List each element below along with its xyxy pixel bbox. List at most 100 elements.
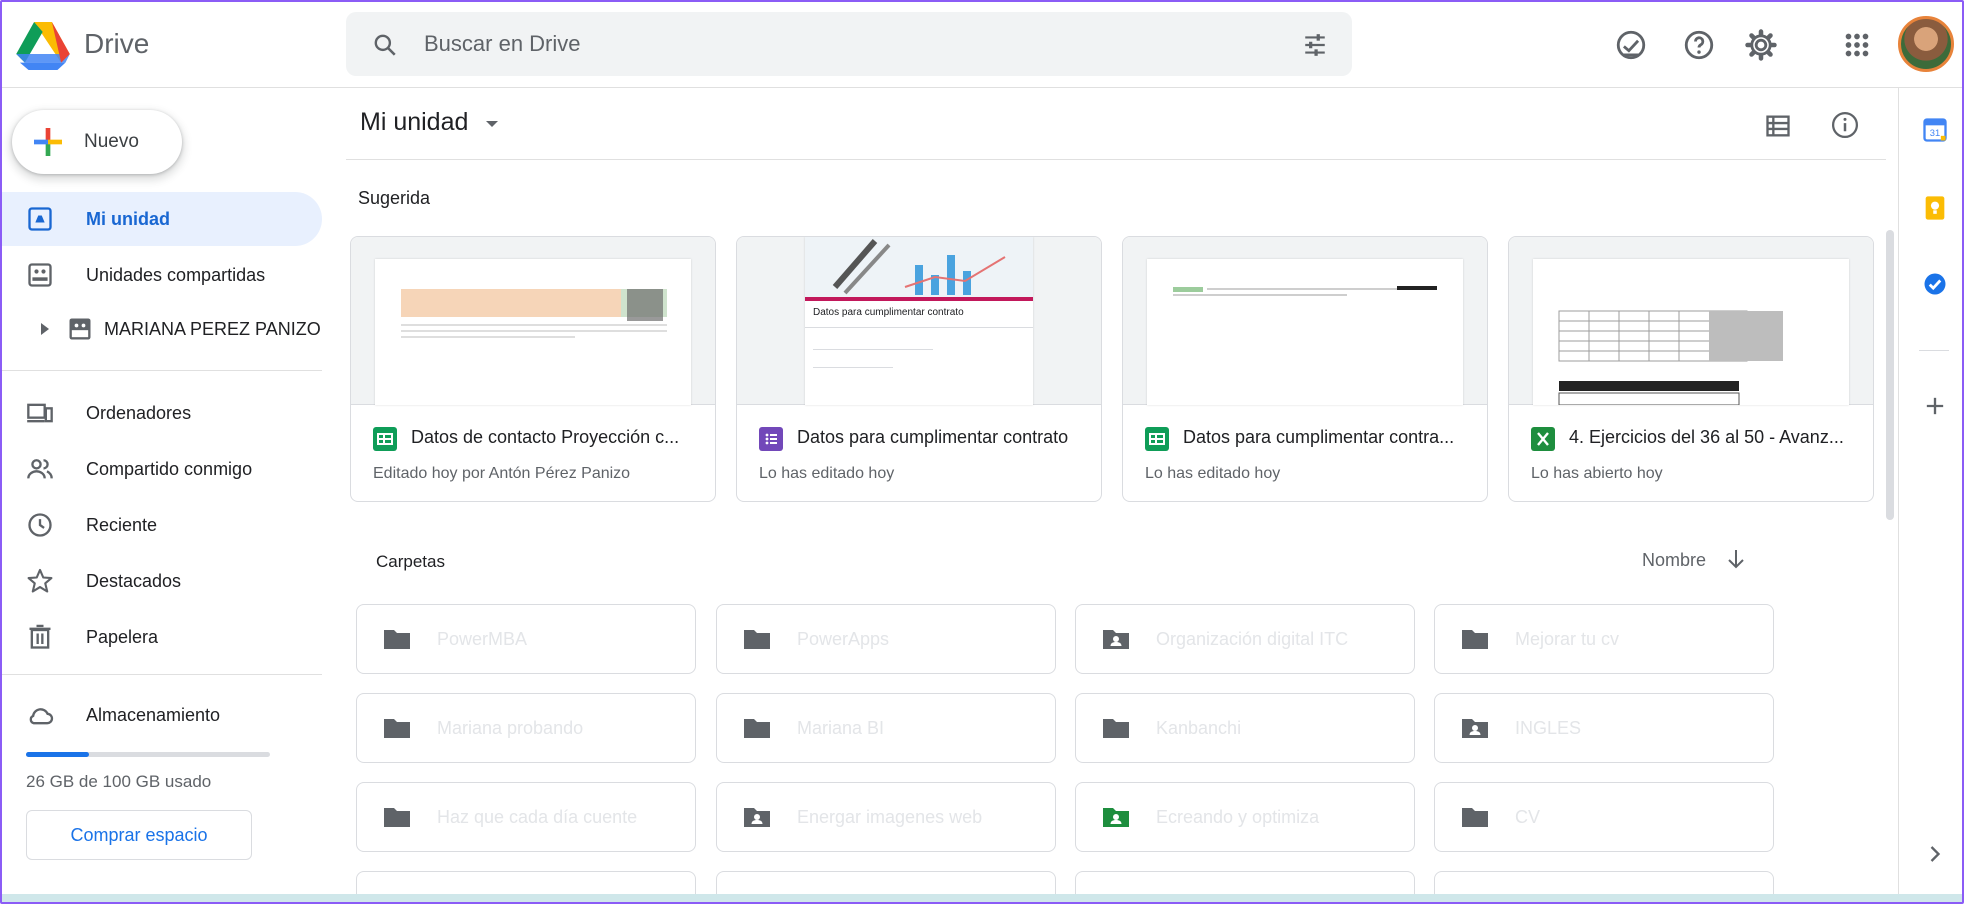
- folder-icon: [1462, 630, 1488, 649]
- help-icon[interactable]: [1682, 28, 1716, 62]
- folder-name: Mejorar tu cv: [1515, 629, 1620, 649]
- expand-arrow-icon[interactable]: [40, 323, 50, 335]
- suggested-file-card[interactable]: Datos para cumplimentar contrato Datos p…: [736, 236, 1102, 502]
- keep-icon[interactable]: [1921, 194, 1949, 222]
- sidebar-item-label: Almacenamiento: [86, 705, 221, 725]
- sidebar-item-shared-with-me[interactable]: Compartido conmigo: [2, 442, 322, 496]
- folder-name: Organización digital ITC: [1156, 629, 1349, 649]
- folder-item[interactable]: Ecreando y optimiza: [1075, 782, 1415, 852]
- suggested-file-card[interactable]: Datos para cumplimentar contra... Lo has…: [1122, 236, 1488, 502]
- app-title[interactable]: Drive: [84, 28, 149, 60]
- shared-with-me-icon: [27, 459, 53, 479]
- sidebar-divider: [2, 674, 322, 675]
- info-icon[interactable]: [1830, 110, 1860, 140]
- offline-status-icon[interactable]: [1614, 28, 1648, 62]
- sidebar-item-shared-drive-mariana[interactable]: MARIANA PEREZ PANIZO: [2, 302, 322, 356]
- folder-item[interactable]: Mariana BI: [716, 693, 1056, 763]
- page-title[interactable]: Mi unidad: [360, 108, 468, 137]
- list-view-icon[interactable]: [1764, 112, 1792, 140]
- folder-icon: [744, 719, 770, 738]
- folder-item[interactable]: Mariana probando: [356, 693, 696, 763]
- shared-folder-icon: [1103, 630, 1129, 649]
- sidebar-item-trash[interactable]: Papelera: [2, 610, 322, 664]
- scrollbar[interactable]: [1884, 160, 1896, 902]
- suggested-file-card[interactable]: 4. Ejercicios del 36 al 50 - Avanz... Lo…: [1508, 236, 1874, 502]
- shared-drives-icon: [28, 263, 52, 287]
- shared-drive-icon: [69, 318, 91, 340]
- search-box[interactable]: [346, 12, 1352, 76]
- shared-folder-icon: [1103, 808, 1129, 827]
- folder-item[interactable]: Mejorar tu cv: [1434, 604, 1774, 674]
- main-content: Mi unidad Sugerida Datos de contacto Pro…: [346, 88, 1896, 902]
- account-avatar[interactable]: [1898, 16, 1954, 72]
- search-input[interactable]: [424, 26, 1244, 62]
- folder-item[interactable]: CV: [1434, 782, 1774, 852]
- file-thumbnail: [1123, 237, 1487, 405]
- file-activity: Lo has editado hoy: [1145, 465, 1281, 482]
- folder-name: PowerMBA: [437, 629, 528, 649]
- folder-item[interactable]: PowerApps: [716, 604, 1056, 674]
- folder-icon: [384, 630, 410, 649]
- form-title: Datos para cumplimentar contrato: [813, 307, 964, 318]
- folder-item[interactable]: Organización digital ITC: [1075, 604, 1415, 674]
- folders-section-label: Carpetas: [376, 552, 445, 571]
- folder-icon: [384, 808, 410, 827]
- file-thumbnail: Datos para cumplimentar contrato: [737, 237, 1101, 405]
- scrollbar-thumb[interactable]: [1886, 230, 1894, 520]
- sheets-file-icon: [373, 427, 397, 451]
- folder-item[interactable]: Energar imagenes web: [716, 782, 1056, 852]
- folder-name: CV: [1515, 807, 1541, 827]
- folder-item[interactable]: PowerMBA: [356, 604, 696, 674]
- sidebar-item-computers[interactable]: Ordenadores: [2, 386, 322, 440]
- folder-name: Haz que cada día cuente: [437, 807, 638, 827]
- sheets-file-icon: [1145, 427, 1169, 451]
- file-thumbnail: [1509, 237, 1873, 406]
- computers-icon: [27, 403, 53, 423]
- suggested-file-card[interactable]: Datos de contacto Proyección c... Editad…: [350, 236, 716, 502]
- forms-file-icon: [759, 427, 783, 451]
- folder-item[interactable]: INGLES: [1434, 693, 1774, 763]
- spreadsheet-preview: [1173, 286, 1437, 296]
- file-name: Datos de contacto Proyección c...: [411, 427, 680, 447]
- folder-icon: [1103, 719, 1129, 738]
- suggested-section-label: Sugerida: [358, 188, 431, 208]
- folder-item[interactable]: Haz que cada día cuente: [356, 782, 696, 852]
- side-panel: 31: [1898, 88, 1962, 902]
- arrow-down-icon[interactable]: [1726, 548, 1746, 570]
- drive-logo-icon[interactable]: [16, 22, 70, 70]
- file-name: Datos para cumplimentar contrato: [797, 427, 1069, 447]
- search-icon[interactable]: [372, 32, 398, 58]
- calendar-icon[interactable]: 31: [1921, 116, 1949, 144]
- search-options-icon[interactable]: [1302, 32, 1328, 58]
- sidebar-item-recent[interactable]: Reciente: [2, 498, 322, 552]
- file-thumbnail: [351, 237, 715, 405]
- file-name: Datos para cumplimentar contra...: [1183, 427, 1455, 447]
- sidebar-item-label: Destacados: [86, 571, 182, 591]
- folder-icon: [1462, 808, 1488, 827]
- sidebar-item-starred[interactable]: Destacados: [2, 554, 322, 608]
- cloud-icon: [29, 708, 54, 725]
- storage-usage-bar: [26, 752, 270, 757]
- excel-preview: [1558, 310, 1783, 406]
- folder-item[interactable]: Kanbanchi: [1075, 693, 1415, 763]
- folder-name: Mariana probando: [437, 718, 584, 738]
- my-drive-icon: [28, 207, 52, 231]
- file-activity: Lo has editado hoy: [759, 465, 895, 482]
- sidebar-item-my-drive[interactable]: Mi unidad: [2, 192, 322, 246]
- tasks-icon[interactable]: [1921, 270, 1949, 298]
- settings-gear-icon[interactable]: [1744, 28, 1778, 62]
- bottom-strip: [2, 894, 1962, 902]
- sidebar-item-label: Mi unidad: [86, 209, 170, 229]
- apps-grid-icon[interactable]: [1840, 28, 1874, 62]
- excel-file-icon: [1531, 427, 1555, 451]
- folder-name: Kanbanchi: [1156, 718, 1242, 738]
- buy-storage-button[interactable]: Comprar espacio: [26, 810, 252, 860]
- chevron-right-icon[interactable]: [1921, 840, 1949, 868]
- new-button[interactable]: Nuevo: [12, 110, 182, 174]
- sidebar-item-shared-drives[interactable]: Unidades compartidas: [2, 248, 322, 302]
- sort-by-name-button[interactable]: Nombre: [1642, 550, 1706, 571]
- chevron-down-icon[interactable]: [486, 121, 498, 127]
- sidebar-item-label: MARIANA PEREZ PANIZO: [104, 319, 321, 339]
- sidebar-item-storage[interactable]: Almacenamiento: [2, 688, 322, 742]
- add-addon-icon[interactable]: [1921, 392, 1949, 420]
